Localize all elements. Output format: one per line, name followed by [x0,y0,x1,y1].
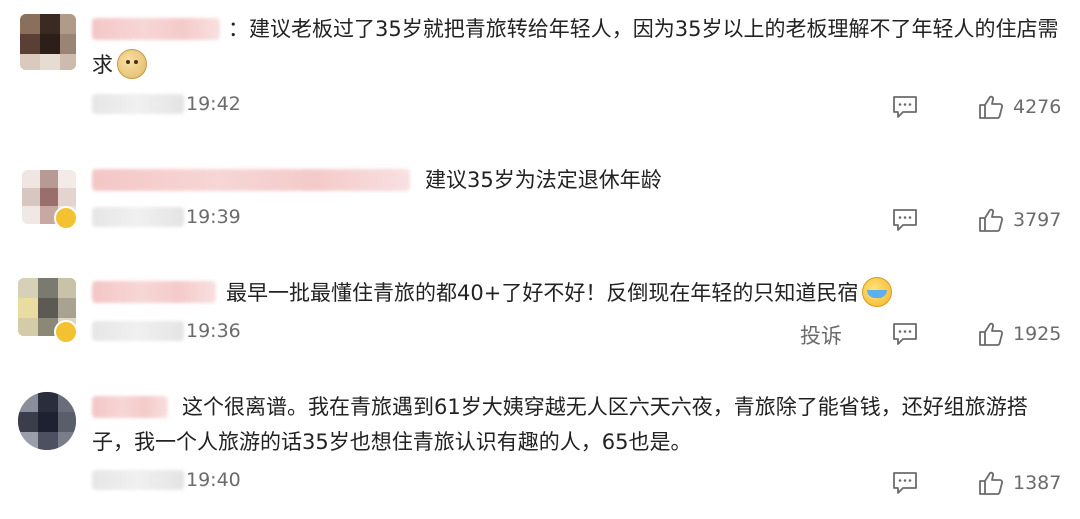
avatar[interactable] [18,392,76,450]
comment-text-line: 建议35岁为法定退休年龄 [425,168,662,192]
crying-laughing-emoji [862,277,893,307]
comment-text: 最早一批最懂住青旅的都40+了好不好！反倒现在年轻的只知道民宿 [226,276,893,310]
username-redacted[interactable] [92,18,220,40]
like-count: 3797 [1013,209,1062,231]
like-count: 1925 [1013,323,1062,345]
comment-text-line: 最早一批最懂住青旅的都40+了好不好！反倒现在年轻的只知道民宿 [226,281,859,305]
thumbs-up-icon[interactable] [978,470,1004,496]
comment-text-line: 求 [92,53,113,77]
verified-badge-icon [54,320,78,344]
comment-text: 建议35岁为法定退休年龄 [425,163,662,197]
username-redacted[interactable] [92,281,216,303]
report-button[interactable]: 投诉 [800,322,842,350]
avatar[interactable] [20,14,76,70]
username-redacted[interactable] [92,169,410,191]
thumbs-up-icon[interactable] [978,94,1004,120]
comment-text-continued: 子，我一个人旅游的话35岁也想住青旅认识有趣的人，65也是。 [92,425,691,459]
dog-face-emoji [117,49,147,79]
comment-text-line: 这个很离谱。我在青旅遇到61岁大姨穿越无人区六天六夜，青旅除了能省钱，还好组旅游… [182,395,1028,419]
timestamp: 19:39 [186,206,241,228]
comment-icon[interactable] [892,208,918,232]
meta-redacted [92,470,184,490]
like-count: 4276 [1013,96,1062,118]
meta-redacted [92,207,184,227]
meta-redacted [92,94,184,114]
like-count: 1387 [1013,472,1062,494]
thumbs-up-icon[interactable] [978,207,1004,233]
comment-icon[interactable] [892,471,918,495]
timestamp: 19:40 [186,469,241,491]
thumbs-up-icon[interactable] [978,321,1004,347]
username-redacted[interactable] [92,396,168,418]
comment-text: 这个很离谱。我在青旅遇到61岁大姨穿越无人区六天六夜，青旅除了能省钱，还好组旅游… [182,390,1028,424]
comment-text-line: ：建议老板过了35岁就把青旅转给年轻人，因为35岁以上的老板理解不了年轻人的住店… [228,17,1059,41]
comment-text-continued: 求 [92,48,147,82]
meta-redacted [92,321,184,341]
timestamp: 19:36 [186,320,241,342]
comment-icon[interactable] [892,95,918,119]
comment-text-line: 子，我一个人旅游的话35岁也想住青旅认识有趣的人，65也是。 [92,430,692,454]
timestamp: 19:42 [186,93,241,115]
verified-badge-icon [54,206,78,230]
comment-text: ：建议老板过了35岁就把青旅转给年轻人，因为35岁以上的老板理解不了年轻人的住店… [228,12,1058,46]
comment-icon[interactable] [892,322,918,346]
